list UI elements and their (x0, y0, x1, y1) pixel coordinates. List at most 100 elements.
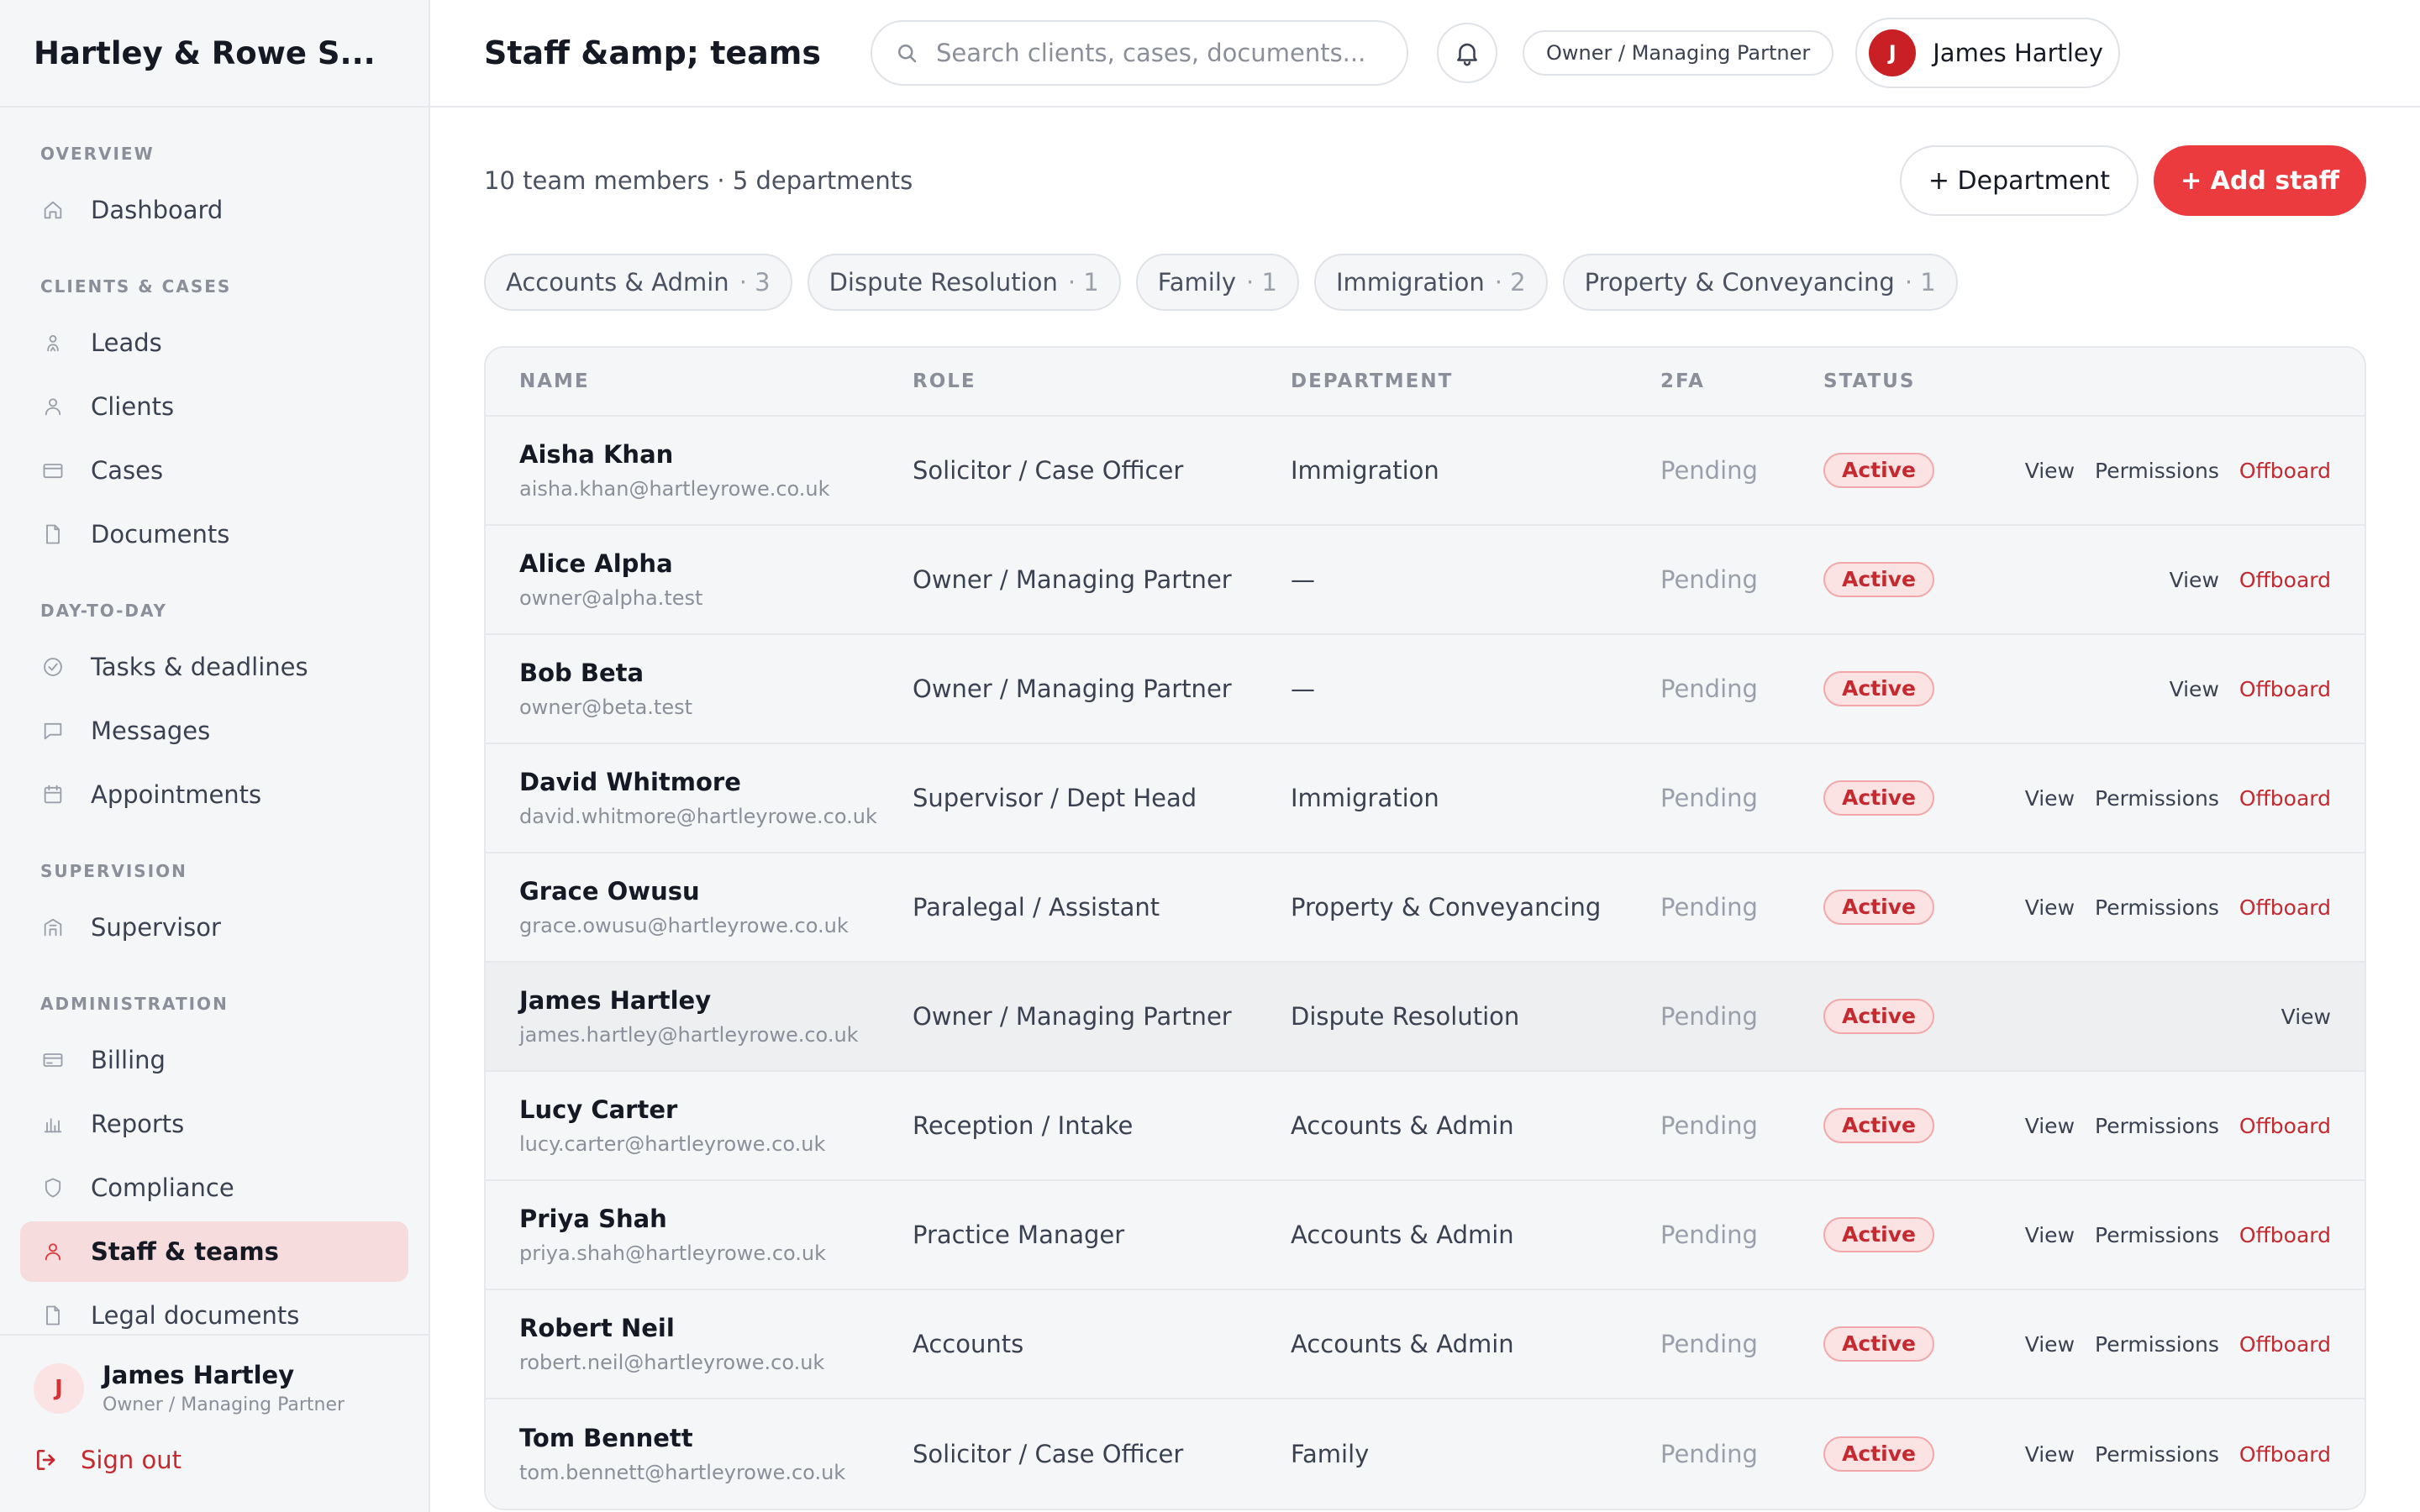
header-name: NAME (519, 370, 590, 392)
sidebar-item-supervisor[interactable]: Supervisor (20, 897, 408, 958)
sidebar-item-appointments[interactable]: Appointments (20, 764, 408, 825)
status-badge: Active (1823, 453, 1934, 488)
staff-department: — (1291, 675, 1315, 703)
sidebar-item-documents[interactable]: Documents (20, 504, 408, 564)
view-link[interactable]: View (2281, 1005, 2331, 1029)
table-row[interactable]: Aisha Khan aisha.khan@hartleyrowe.co.uk So… (486, 417, 2365, 526)
row-actions: View Permissions Offboard (1975, 1442, 2365, 1467)
search-icon (898, 45, 917, 63)
table-row[interactable]: Priya Shah priya.shah@hartleyrowe.co.uk Pr… (486, 1181, 2365, 1290)
sidebar-item-label: Compliance (91, 1173, 234, 1202)
sidebar-item-billing[interactable]: Billing (20, 1030, 408, 1090)
department-chip[interactable]: Accounts & Admin · 3 (484, 254, 792, 311)
sidebar-item-tasks-deadlines[interactable]: Tasks & deadlines (20, 637, 408, 697)
table-row[interactable]: Robert Neil robert.neil@hartleyrowe.co.uk… (486, 1290, 2365, 1399)
offboard-link[interactable]: Offboard (2239, 786, 2331, 811)
staff-2fa: Pending (1660, 1440, 1758, 1468)
message-icon (40, 718, 66, 743)
permissions-link[interactable]: Permissions (2095, 459, 2219, 483)
lead-icon (40, 330, 66, 355)
search-box[interactable] (871, 20, 1408, 86)
status-badge: Active (1823, 890, 1934, 925)
add-staff-button[interactable]: + Add staff (2154, 145, 2366, 216)
table-row[interactable]: David Whitmore david.whitmore@hartleyrowe… (486, 744, 2365, 853)
nav-section: ADMINISTRATION Billing Reports Compliance St… (20, 993, 408, 1336)
avatar: J (34, 1362, 84, 1414)
view-link[interactable]: View (2025, 895, 2075, 920)
staff-2fa: Pending (1660, 675, 1758, 703)
offboard-link[interactable]: Offboard (2239, 1442, 2331, 1467)
sign-out-label: Sign out (81, 1446, 182, 1474)
sidebar-item-dashboard[interactable]: Dashboard (20, 180, 408, 240)
table-row[interactable]: Bob Beta owner@beta.test Owner / Managing … (486, 635, 2365, 744)
staff-status-cell: Active (1823, 1217, 1975, 1252)
offboard-link[interactable]: Offboard (2239, 459, 2331, 483)
staff-status-cell: Active (1823, 780, 1975, 816)
offboard-link[interactable]: Offboard (2239, 1332, 2331, 1357)
status-badge: Active (1823, 1436, 1934, 1472)
offboard-link[interactable]: Offboard (2239, 568, 2331, 592)
sidebar-item-compliance[interactable]: Compliance (20, 1158, 408, 1218)
permissions-link[interactable]: Permissions (2095, 1223, 2219, 1247)
department-chip[interactable]: Immigration · 2 (1313, 254, 1548, 311)
permissions-link[interactable]: Permissions (2095, 895, 2219, 920)
view-link[interactable]: View (2025, 786, 2075, 811)
table-row[interactable]: Alice Alpha owner@alpha.test Owner / Manag… (486, 526, 2365, 635)
staff-role: Owner / Managing Partner (913, 565, 1232, 594)
staff-email: james.hartley@hartleyrowe.co.uk (519, 1023, 859, 1047)
offboard-link[interactable]: Offboard (2239, 1114, 2331, 1138)
sidebar-item-clients[interactable]: Clients (20, 376, 408, 437)
staff-email: owner@beta.test (519, 696, 692, 719)
view-link[interactable]: View (2025, 1332, 2075, 1357)
brand-title[interactable]: Hartley & Rowe S... (0, 0, 429, 108)
sidebar-footer: J James Hartley Owner / Managing Partner… (0, 1334, 429, 1512)
staff-department: — (1291, 565, 1315, 594)
staff-name-cell: Aisha Khan aisha.khan@hartleyrowe.co.uk (486, 440, 913, 501)
department-chip-name: Property & Conveyancing (1584, 268, 1895, 297)
table-row[interactable]: James Hartley james.hartley@hartleyrowe.c… (486, 963, 2365, 1072)
permissions-link[interactable]: Permissions (2095, 1332, 2219, 1357)
view-link[interactable]: View (2025, 1114, 2075, 1138)
view-link[interactable]: View (2170, 677, 2219, 701)
sidebar-item-label: Dashboard (91, 196, 224, 224)
staff-name: Lucy Carter (519, 1095, 678, 1124)
table-row[interactable]: Tom Bennett tom.bennett@hartleyrowe.co.uk… (486, 1399, 2365, 1509)
department-chip[interactable]: Property & Conveyancing · 1 (1562, 254, 1958, 311)
view-link[interactable]: View (2170, 568, 2219, 592)
permissions-link[interactable]: Permissions (2095, 1442, 2219, 1467)
staff-status-cell: Active (1823, 999, 1975, 1034)
notifications-button[interactable] (1437, 23, 1497, 83)
sidebar-item-staff-teams[interactable]: Staff & teams (20, 1221, 408, 1282)
department-chip-name: Family (1157, 268, 1237, 297)
staff-role: Accounts (913, 1330, 1024, 1358)
table-row[interactable]: Lucy Carter lucy.carter@hartleyrowe.co.uk… (486, 1072, 2365, 1181)
search-input[interactable] (936, 39, 1385, 67)
sidebar-item-legal-documents[interactable]: Legal documents (20, 1285, 408, 1336)
staff-status-cell: Active (1823, 453, 1975, 488)
department-chip[interactable]: Dispute Resolution · 1 (807, 254, 1121, 311)
staff-department: Accounts & Admin (1291, 1111, 1514, 1140)
sidebar-item-reports[interactable]: Reports (20, 1094, 408, 1154)
sidebar-item-cases[interactable]: Cases (20, 440, 408, 501)
user-menu-button[interactable]: J James Hartley (1855, 18, 2120, 88)
sidebar-user-name: James Hartley (103, 1361, 295, 1389)
offboard-link[interactable]: Offboard (2239, 677, 2331, 701)
staff-table: NAME ROLE DEPARTMENT 2FA STATUS Aisha Kh… (484, 346, 2366, 1510)
sign-out-button[interactable]: Sign out (34, 1446, 395, 1474)
department-chip-name: Accounts & Admin (506, 268, 729, 297)
offboard-link[interactable]: Offboard (2239, 1223, 2331, 1247)
department-chip[interactable]: Family · 1 (1135, 254, 1299, 311)
view-link[interactable]: View (2025, 459, 2075, 483)
row-actions: View Permissions Offboard (1975, 459, 2365, 483)
view-link[interactable]: View (2025, 1223, 2075, 1247)
permissions-link[interactable]: Permissions (2095, 786, 2219, 811)
table-row[interactable]: Grace Owusu grace.owusu@hartleyrowe.co.uk… (486, 853, 2365, 963)
permissions-link[interactable]: Permissions (2095, 1114, 2219, 1138)
staff-department: Immigration (1291, 456, 1439, 485)
row-actions: View Permissions Offboard (1975, 1332, 2365, 1357)
sidebar-item-messages[interactable]: Messages (20, 701, 408, 761)
view-link[interactable]: View (2025, 1442, 2075, 1467)
offboard-link[interactable]: Offboard (2239, 895, 2331, 920)
add-department-button[interactable]: + Department (1899, 145, 2139, 216)
sidebar-item-leads[interactable]: Leads (20, 312, 408, 373)
